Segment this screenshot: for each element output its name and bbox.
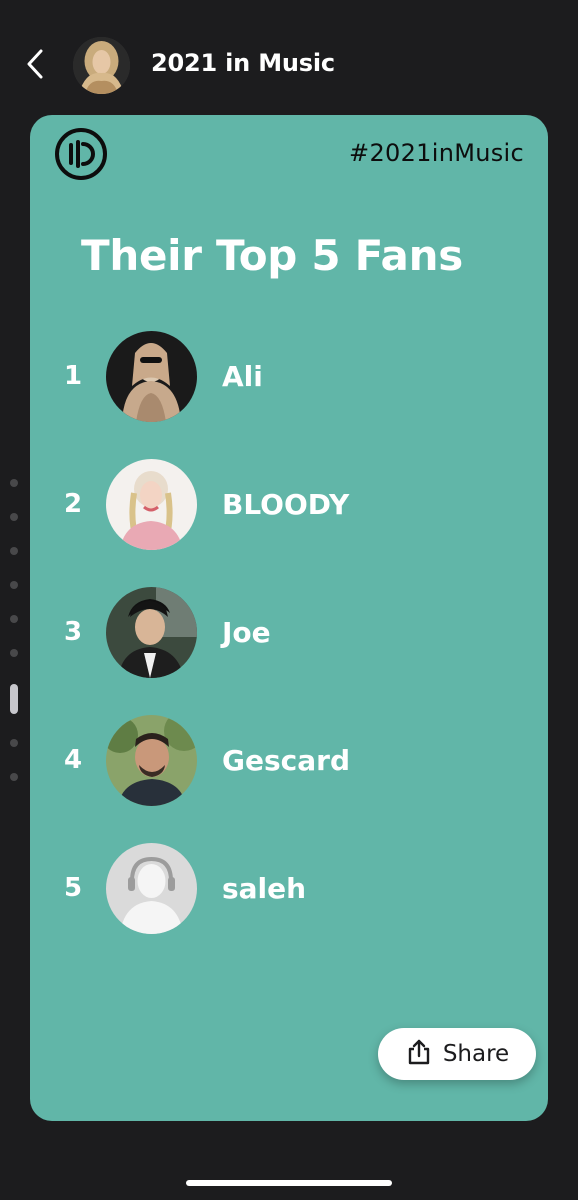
back-button[interactable] — [20, 48, 50, 84]
anghami-logo-icon — [54, 127, 108, 181]
progress-dot — [10, 581, 18, 589]
share-icon — [405, 1038, 433, 1070]
fan-rank: 2 — [64, 489, 83, 519]
fan-avatar — [106, 331, 197, 422]
fan-rank: 1 — [64, 361, 83, 391]
fan-rank: 4 — [64, 745, 83, 775]
fan-name: Ali — [222, 360, 263, 393]
fan-item[interactable]: 2 BLOODY — [30, 459, 548, 551]
fan-avatar — [106, 459, 197, 550]
fan-item[interactable]: 4 Gescard — [30, 715, 548, 807]
fan-rank: 3 — [64, 617, 83, 647]
page-title: 2021 in Music — [151, 49, 335, 77]
fan-item[interactable]: 1 Ali — [30, 331, 548, 423]
artist-avatar[interactable] — [73, 37, 130, 94]
progress-dot — [10, 739, 18, 747]
progress-dot — [10, 479, 18, 487]
fan-name: saleh — [222, 872, 307, 905]
home-indicator — [186, 1180, 392, 1186]
progress-dot — [10, 649, 18, 657]
chevron-left-icon — [25, 48, 45, 84]
fan-name: Joe — [222, 616, 271, 649]
progress-dot — [10, 547, 18, 555]
fan-avatar — [106, 587, 197, 678]
default-avatar-icon — [106, 843, 197, 934]
progress-dot — [10, 615, 18, 623]
fan-name: BLOODY — [222, 488, 350, 521]
hashtag-label: #2021inMusic — [349, 139, 524, 167]
card-title: Their Top 5 Fans — [81, 231, 463, 280]
share-button[interactable]: Share — [378, 1028, 536, 1080]
top-fans-card: #2021inMusic Their Top 5 Fans 1 Ali 2 BL… — [30, 115, 548, 1121]
fan-rank: 5 — [64, 873, 83, 903]
progress-dot-active — [10, 684, 18, 714]
fan-item[interactable]: 5 saleh — [30, 843, 548, 935]
progress-dot — [10, 513, 18, 521]
fan-item[interactable]: 3 Joe — [30, 587, 548, 679]
fan-avatar — [106, 715, 197, 806]
fan-name: Gescard — [222, 744, 350, 777]
share-label: Share — [442, 1041, 510, 1067]
progress-dot — [10, 773, 18, 781]
